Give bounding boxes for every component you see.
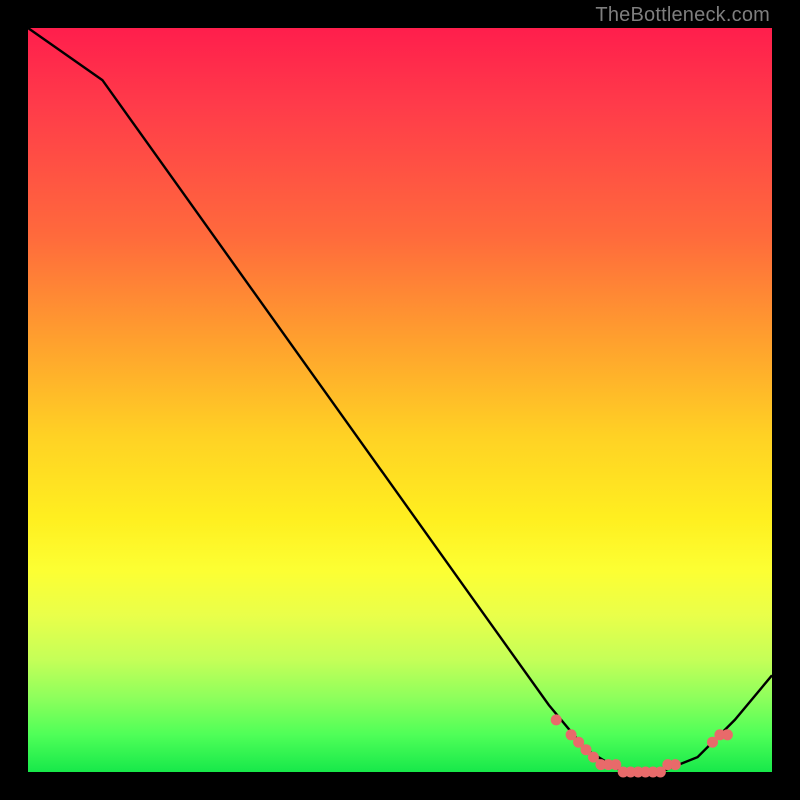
curve-layer <box>28 28 772 772</box>
chart-frame: TheBottleneck.com <box>0 0 800 800</box>
attribution-text: TheBottleneck.com <box>595 4 770 27</box>
data-marker <box>670 759 681 770</box>
bottleneck-curve <box>28 28 772 772</box>
data-marker <box>722 729 733 740</box>
marker-group <box>551 714 733 777</box>
data-marker <box>551 714 562 725</box>
plot-area <box>28 28 772 772</box>
